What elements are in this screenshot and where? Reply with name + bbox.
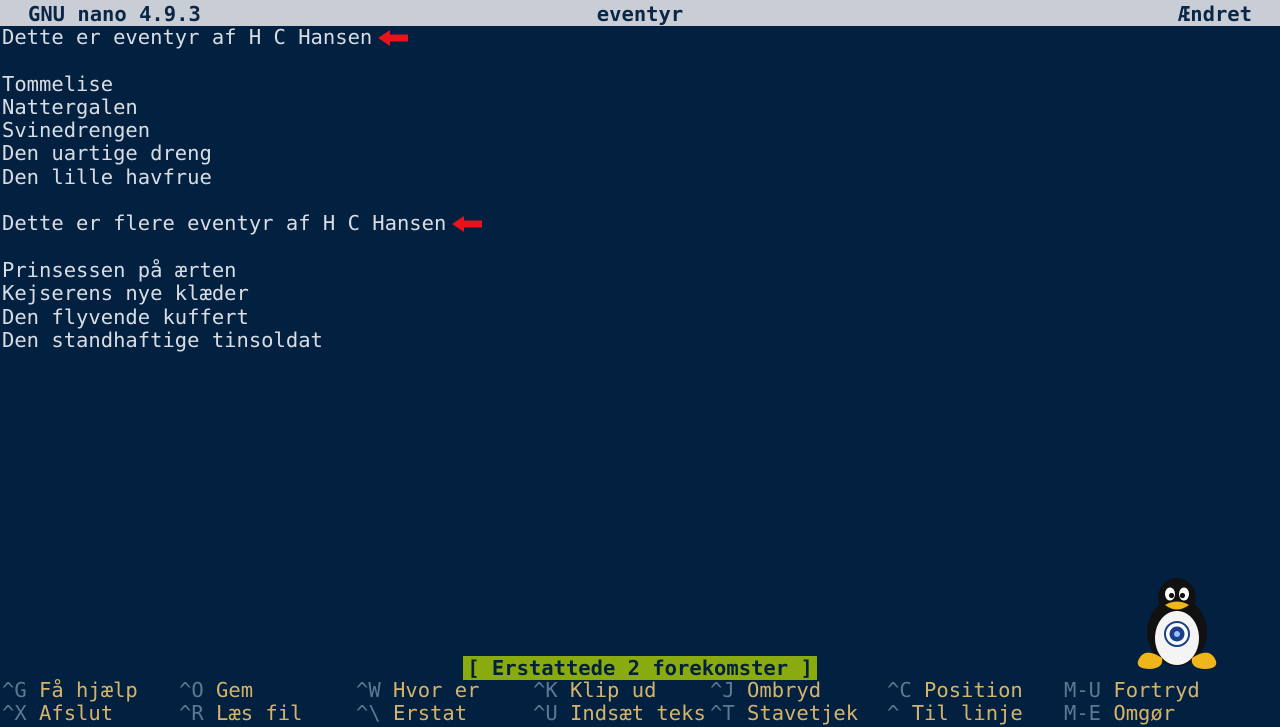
editor-line[interactable]: Den uartige dreng <box>2 142 482 165</box>
shortcut-key: ^R <box>179 701 204 726</box>
shortcut-label: Til linje <box>911 701 1023 726</box>
shortcut-label: Fortryd <box>1113 678 1200 702</box>
shortcut-label: Få hjælp <box>39 678 138 702</box>
line-text: Svinedrengen <box>2 118 151 143</box>
shortcut-read-file[interactable]: ^R Læs fil <box>179 702 302 725</box>
shortcut-save[interactable]: ^O Gem <box>179 678 254 702</box>
shortcut-label: Stavetjek <box>747 701 859 726</box>
shortcut-position[interactable]: ^C Position <box>887 678 1023 702</box>
shortcut-exit[interactable]: ^X Afslut <box>2 702 113 725</box>
editor-line[interactable] <box>2 49 482 72</box>
editor-line[interactable]: Nattergalen <box>2 94 482 119</box>
editor-line[interactable]: Dette er eventyr af H C Hansen <box>2 25 482 49</box>
status-message-bar: [ Erstattede 2 forekomster ] <box>0 656 1280 680</box>
line-text: Tommelise <box>2 71 114 96</box>
line-text: Dette er flere eventyr af H C Hansen <box>2 211 447 236</box>
shortcut-key: M-U <box>1064 678 1102 702</box>
shortcut-key: ^U <box>533 701 558 726</box>
line-text: Nattergalen <box>2 94 138 119</box>
line-text: Den uartige dreng <box>2 141 212 166</box>
shortcut-key: M-E <box>1064 701 1102 726</box>
shortcut-cut[interactable]: ^K Klip ud <box>533 678 657 702</box>
line-text: Den lille havfrue <box>2 164 212 189</box>
shortcut-label: Indsæt teks <box>570 701 706 726</box>
editor-line[interactable]: Den flyvende kuffert <box>2 304 482 329</box>
editor-line[interactable]: Tommelise <box>2 71 482 96</box>
shortcut-key: ^W <box>356 678 381 702</box>
shortcut-label: Klip ud <box>570 678 657 702</box>
editor-area[interactable]: Dette er eventyr af H C Hansen Tommelise… <box>2 25 483 352</box>
editor-line[interactable]: Svinedrengen <box>2 119 482 142</box>
shortcut-label: Læs fil <box>216 701 303 726</box>
shortcut-key: ^\ <box>356 701 381 726</box>
status-message: [ Erstattede 2 forekomster ] <box>463 656 817 680</box>
shortcut-key: ^G <box>2 678 27 702</box>
shortcut-key: ^O <box>179 678 204 702</box>
shortcut-key: ^C <box>887 678 912 702</box>
modified-indicator: Ændret <box>1177 2 1252 26</box>
line-text: Dette er eventyr af H C Hansen <box>2 25 373 49</box>
shortcut-label: Position <box>924 678 1023 702</box>
title-bar: GNU nano 4.9.3 eventyr Ændret <box>0 0 1280 26</box>
shortcut-key: ^K <box>533 678 558 702</box>
file-name: eventyr <box>596 2 684 26</box>
shortcut-justify[interactable]: ^J Ombryd <box>710 678 822 702</box>
red-left-arrow-icon <box>378 30 409 46</box>
shortcut-key: ^X <box>2 701 27 726</box>
shortcut-label: Afslut <box>39 701 114 726</box>
shortcut-go-to-line[interactable]: ^ Til linje <box>887 702 1023 725</box>
shortcut-label: Omgør <box>1113 701 1176 726</box>
line-text: Kejserens nye klæder <box>2 281 249 306</box>
shortcut-redo[interactable]: M-E Omgør <box>1064 702 1175 725</box>
shortcut-spell-check[interactable]: ^T Stavetjek <box>710 702 858 725</box>
shortcut-where-is[interactable]: ^W Hvor er <box>356 678 480 702</box>
red-left-arrow-icon <box>452 216 483 233</box>
shortcut-row: ^G Få hjælp ^O Gem ^W Hvor er ^K Klip ud… <box>2 678 1278 702</box>
shortcut-label: Ombryd <box>747 678 822 702</box>
line-text: Prinsessen på ærten <box>2 257 237 282</box>
shortcut-label: Gem <box>216 678 254 702</box>
line-text: Den flyvende kuffert <box>2 304 249 329</box>
shortcut-label: Erstat <box>393 701 468 726</box>
editor-line[interactable]: Kejserens nye klæder <box>2 282 482 305</box>
shortcut-help[interactable]: ^G Få hjælp <box>2 678 138 702</box>
shortcut-row: ^X Afslut ^R Læs fil ^\ Erstat ^U Indsæt… <box>2 702 1278 725</box>
editor-line[interactable]: Prinsessen på ærten <box>2 257 482 282</box>
shortcut-key: ^T <box>710 701 735 726</box>
editor-line[interactable] <box>2 189 482 212</box>
shortcut-replace[interactable]: ^\ Erstat <box>356 702 467 725</box>
shortcut-label: Hvor er <box>393 678 480 702</box>
editor-line[interactable]: Den lille havfrue <box>2 164 482 189</box>
shortcut-key: ^ <box>887 701 900 726</box>
shortcut-help-bar: ^G Få hjælp ^O Gem ^W Hvor er ^K Klip ud… <box>2 678 1278 726</box>
editor-line[interactable] <box>2 236 482 259</box>
tux-penguin-logo <box>1137 578 1217 669</box>
shortcut-paste[interactable]: ^U Indsæt teks <box>533 702 706 725</box>
shortcut-key: ^J <box>710 678 735 702</box>
editor-line[interactable]: Den standhaftige tinsoldat <box>2 327 482 352</box>
line-text: Den standhaftige tinsoldat <box>2 327 323 352</box>
editor-line[interactable]: Dette er flere eventyr af H C Hansen <box>2 211 483 236</box>
shortcut-undo[interactable]: M-U Fortryd <box>1064 678 1200 702</box>
